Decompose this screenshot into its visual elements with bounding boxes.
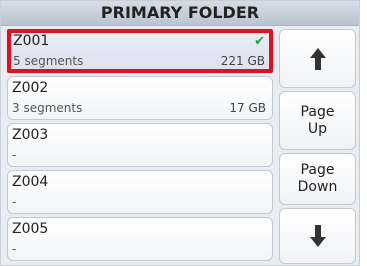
folder-item-z003[interactable]: Z003 - [7, 123, 273, 167]
page-down-label: Page Down [297, 162, 338, 195]
folder-name: Z004 [12, 174, 49, 190]
page-up-label: Page Up [300, 103, 335, 137]
folder-segments: - [12, 242, 17, 256]
arrow-down-icon [309, 225, 326, 247]
folder-name: Z003 [12, 127, 49, 143]
folder-panel: PRIMARY FOLDER Z001 ✔ 5 segments 221 GB … [0, 0, 360, 266]
folder-item-z001[interactable]: Z001 ✔ 5 segments 221 GB [7, 29, 273, 73]
folder-name: Z001 [13, 33, 50, 49]
folder-item-z005[interactable]: Z005 - [7, 217, 273, 261]
page-down-button[interactable]: Page Down [279, 153, 356, 205]
folder-item-z004[interactable]: Z004 - [7, 170, 273, 214]
folder-segments: - [12, 195, 17, 209]
folder-name: Z002 [12, 80, 49, 96]
folder-size: 221 GB [220, 54, 265, 68]
page-title: PRIMARY FOLDER [1, 1, 359, 26]
checkmark-icon: ✔ [254, 34, 265, 49]
folder-name: Z005 [12, 221, 49, 237]
arrow-up-icon [309, 47, 326, 70]
folder-size: 17 GB [229, 101, 266, 115]
folder-segments: 3 segments [12, 101, 83, 115]
folder-segments: - [12, 148, 17, 162]
page-up-button[interactable]: Page Up [279, 91, 356, 150]
scroll-down-button[interactable] [279, 208, 356, 264]
scroll-up-button[interactable] [279, 29, 356, 88]
folder-segments: 5 segments [13, 54, 84, 68]
folder-item-z002[interactable]: Z002 3 segments 17 GB [7, 76, 273, 120]
